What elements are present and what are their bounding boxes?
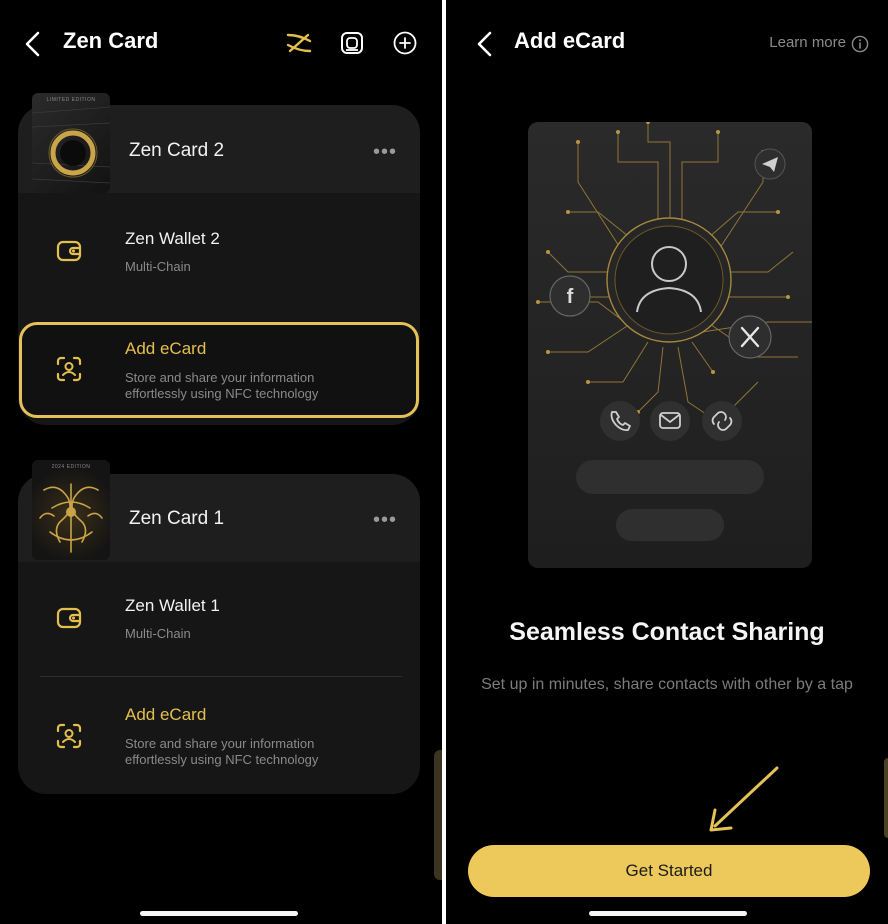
- telegram-icon: [754, 148, 786, 180]
- back-icon[interactable]: [474, 30, 498, 58]
- get-started-button[interactable]: Get Started: [468, 845, 870, 897]
- ecard-icon: [56, 723, 82, 749]
- section-subtext: Set up in minutes, share contacts with o…: [481, 676, 853, 693]
- learn-more-link[interactable]: Learn more: [769, 34, 846, 51]
- card-art-ring-icon: [32, 106, 110, 184]
- wallet-icon: [56, 607, 82, 629]
- row-subtitle: Multi-Chain: [125, 259, 191, 274]
- card-art-dragon-icon: [39, 483, 103, 553]
- link-icon: [702, 401, 742, 441]
- row-title: Add eCard: [125, 339, 207, 358]
- home-indicator[interactable]: [589, 911, 747, 916]
- list-item-add-ecard[interactable]: Add eCard Store and share your informati…: [20, 690, 400, 786]
- info-icon[interactable]: [851, 35, 869, 53]
- list-item-zen-wallet-2[interactable]: Zen Wallet 2 Multi-Chain: [20, 215, 400, 290]
- mail-icon: [650, 401, 690, 441]
- thumb-caption: LIMITED EDITION: [46, 97, 96, 103]
- card-name: Zen Card 1: [129, 508, 225, 529]
- list-item-zen-wallet-1[interactable]: Zen Wallet 1 Multi-Chain: [20, 582, 400, 662]
- divider: [40, 676, 402, 677]
- card-thumbnail-zen-card-2: LIMITED EDITION: [32, 93, 110, 193]
- row-subtitle-line-2: effortlessly using NFC technology: [125, 752, 319, 767]
- page-title: Zen Card: [63, 28, 159, 53]
- section-heading: Seamless Contact Sharing: [509, 618, 825, 646]
- ecard-icon: [56, 356, 82, 382]
- phone-icon: [600, 401, 640, 441]
- add-ecard-highlighted[interactable]: Add eCard Store and share your informati…: [19, 322, 419, 418]
- row-title: Zen Wallet 1: [125, 596, 220, 615]
- wallet-icon: [56, 240, 82, 262]
- row-title: Add eCard: [125, 705, 207, 724]
- edge-sliver: [884, 758, 888, 838]
- add-circle-icon[interactable]: [393, 31, 417, 55]
- row-subtitle-line-1: Store and share your information: [125, 736, 315, 751]
- edge-sliver: [434, 750, 442, 880]
- card-thumbnail-zen-card-1: 2024 EDITION: [32, 460, 110, 560]
- x-icon: [728, 315, 772, 359]
- page-title: Add eCard: [514, 28, 626, 53]
- ecard-illustration: f: [528, 122, 812, 568]
- thumb-caption: 2024 EDITION: [51, 464, 91, 470]
- facebook-icon: f: [549, 275, 591, 317]
- row-title: Zen Wallet 2: [125, 229, 220, 248]
- more-options-button[interactable]: •••: [373, 509, 420, 532]
- arrow-annotation-icon: [709, 766, 779, 832]
- row-subtitle-line-1: Store and share your information: [125, 370, 315, 385]
- back-icon[interactable]: [22, 30, 46, 58]
- add-ecard-screen: Add eCard Learn more f Seamless Contact …: [446, 0, 888, 924]
- svg-text:f: f: [567, 286, 574, 308]
- scan-icon[interactable]: [340, 31, 364, 55]
- row-subtitle-line-2: effortlessly using NFC technology: [125, 386, 319, 401]
- zen-logo-icon[interactable]: [286, 32, 312, 54]
- row-subtitle: Multi-Chain: [125, 626, 191, 641]
- more-options-button[interactable]: •••: [373, 141, 420, 164]
- zen-card-screen: Zen Card LIMITED EDITION Zen Card 2 •••: [0, 0, 442, 924]
- circuit-illustration: f: [536, 122, 812, 541]
- home-indicator[interactable]: [140, 911, 298, 916]
- card-name: Zen Card 2: [129, 140, 225, 161]
